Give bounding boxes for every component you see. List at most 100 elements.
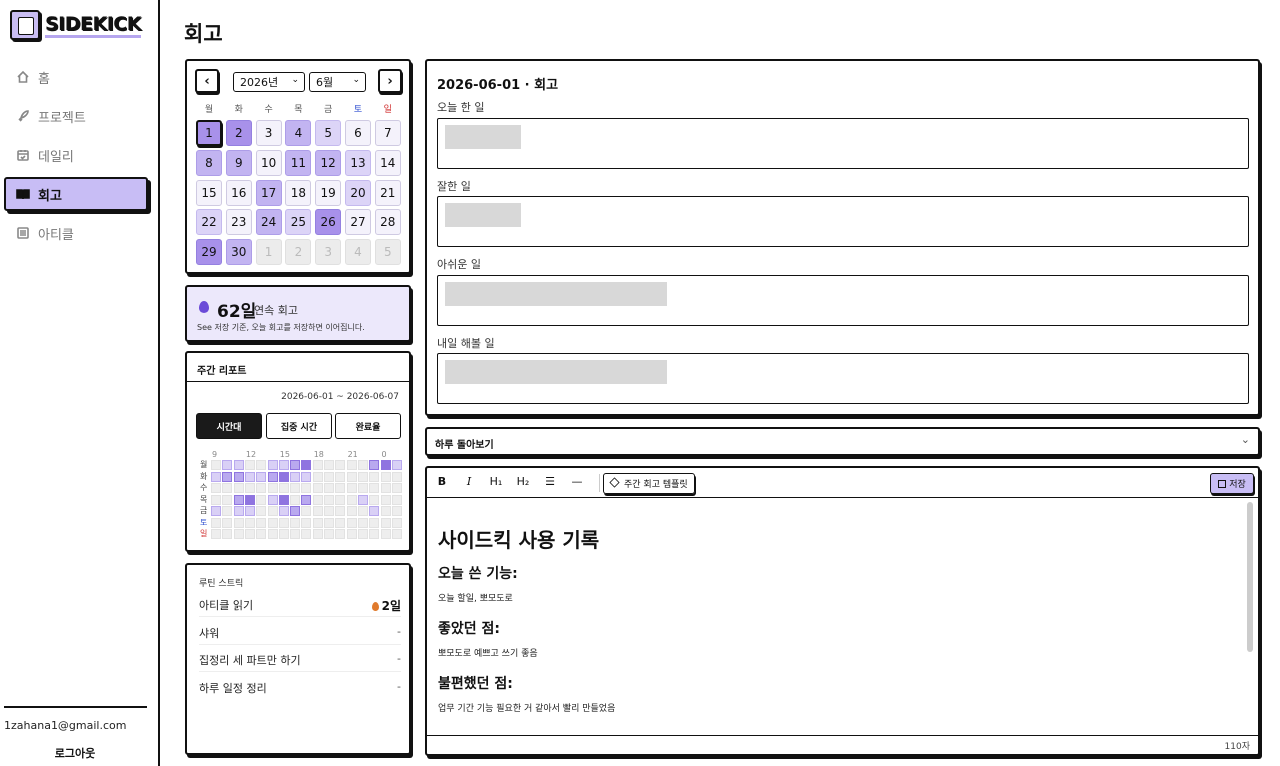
sidebar-item-home[interactable]: 홈: [4, 60, 148, 94]
save-icon: [1218, 479, 1227, 488]
calendar-day[interactable]: 5: [315, 120, 342, 146]
calendar-day[interactable]: 16: [225, 179, 252, 206]
calendar-day[interactable]: 17: [255, 179, 282, 206]
heatmap-cell: [244, 471, 255, 482]
routine-streak-value: -: [397, 652, 401, 665]
bold-button[interactable]: B: [432, 475, 452, 488]
heatmap-cell: [290, 529, 301, 539]
tomorrow-field[interactable]: [437, 353, 1249, 404]
section-title: 오늘 쓴 기능:: [438, 566, 518, 582]
today-done-field[interactable]: [437, 118, 1249, 169]
sidebar-item-daily[interactable]: 데일리: [4, 138, 148, 172]
sidebar-item-label: 홈: [38, 71, 50, 87]
calendar-day[interactable]: 2: [225, 120, 252, 146]
heatmap-cell: [267, 483, 278, 493]
list-item: 집정리 세 파트만 하기 -: [199, 645, 401, 672]
calendar-day[interactable]: 23: [225, 209, 252, 236]
sidebar-item-retrospective[interactable]: 회고: [4, 177, 148, 211]
calendar-day[interactable]: 18: [285, 179, 312, 206]
italic-button[interactable]: I: [459, 475, 479, 488]
year-select[interactable]: 2026년 ⌄: [233, 72, 305, 92]
app-logo[interactable]: SIDEKICK: [10, 10, 141, 40]
calendar-day[interactable]: 19: [315, 179, 342, 206]
heatmap-cell: [369, 483, 380, 493]
regret-field[interactable]: [437, 275, 1249, 326]
section-title: 좋았던 점:: [438, 621, 500, 637]
logout-button[interactable]: 로그아웃: [0, 745, 150, 761]
weekly-template-button[interactable]: 주간 회고 템플릿: [603, 473, 695, 494]
calendar-day[interactable]: 22: [196, 209, 222, 236]
sidebar-item-projects[interactable]: 프로젝트: [4, 99, 148, 133]
calendar-header: ‹ 2026년 ⌄ 6월 ⌄ ›: [195, 69, 403, 93]
heatmap-cell: [211, 506, 221, 516]
heatmap-cell: [290, 471, 301, 482]
calendar-day[interactable]: 26: [315, 209, 342, 236]
routine-streak-value: -: [397, 680, 401, 693]
tab-completion-rate[interactable]: 완료율: [335, 413, 401, 439]
heatmap-cell: [369, 506, 380, 516]
calendar-day[interactable]: 29: [196, 239, 222, 266]
calendar-day[interactable]: 9: [225, 149, 252, 176]
heatmap-cell: [335, 506, 346, 516]
calendar-day[interactable]: 24: [255, 209, 282, 236]
calendar-day[interactable]: 8: [196, 149, 222, 176]
calendar-day[interactable]: 12: [315, 149, 342, 176]
horizontal-rule-button[interactable]: —: [567, 475, 587, 488]
bullet-list-button[interactable]: ☰: [540, 475, 560, 488]
heatmap-cell: [256, 494, 267, 505]
tab-time-of-day[interactable]: 시간대: [196, 413, 262, 439]
editor-content[interactable]: 사이드킥 사용 기록 오늘 쓴 기능: 오늘 할일, 뽀모도로 좋았던 점: 뽀…: [427, 500, 1249, 736]
next-month-button[interactable]: ›: [378, 69, 402, 93]
list-item: 샤워 -: [199, 618, 401, 645]
calendar-day[interactable]: 4: [285, 120, 312, 146]
calendar-day[interactable]: 30: [225, 239, 252, 266]
heatmap-cell: [278, 517, 289, 528]
day-overview-toggle[interactable]: 하루 돌아보기 ⌄: [425, 427, 1260, 456]
calendar-day[interactable]: 21: [374, 179, 401, 206]
rocket-icon: [18, 110, 29, 122]
calendar-day[interactable]: 7: [374, 120, 401, 146]
heatmap-cell: [346, 517, 357, 528]
heatmap-cell: [233, 471, 244, 482]
heading1-button[interactable]: H₁: [486, 475, 506, 488]
calendar-day[interactable]: 3: [255, 120, 282, 146]
hour-tick-label: 21: [347, 450, 358, 459]
heatmap-cell: [335, 483, 346, 493]
heatmap-cell: [244, 529, 255, 539]
heatmap-cell: [391, 471, 402, 482]
save-button[interactable]: 저장: [1210, 473, 1254, 494]
scrollbar[interactable]: [1247, 502, 1253, 652]
section-body: 오늘 할일, 뽀모도로: [438, 594, 513, 604]
calendar-day[interactable]: 28: [374, 209, 401, 236]
calendar-day[interactable]: 1: [196, 120, 222, 146]
heatmap-cell: [233, 517, 244, 528]
calendar-day[interactable]: 10: [255, 149, 282, 176]
prev-month-button[interactable]: ‹: [195, 69, 219, 93]
calendar-day[interactable]: 6: [345, 120, 371, 146]
routine-streak-card: 루틴 스트릭 아티클 읽기 2일 샤워 - 집정리 세 파트만 하기 - 하루 …: [185, 563, 411, 755]
heading2-button[interactable]: H₂: [513, 475, 533, 488]
sidebar-item-articles[interactable]: 아티클: [4, 216, 148, 250]
redacted-text: [445, 125, 521, 149]
calendar-day[interactable]: 14: [374, 149, 401, 176]
heatmap-day-label: 일: [200, 529, 208, 538]
heatmap-cell: [256, 471, 267, 482]
heatmap-cell: [278, 483, 289, 493]
month-select[interactable]: 6월 ⌄: [309, 72, 366, 92]
heatmap-cell: [290, 460, 301, 470]
calendar-day[interactable]: 15: [196, 179, 222, 206]
heatmap-cell: [312, 471, 323, 482]
section-body: 뽀모도로 예쁘고 쓰기 좋음: [438, 649, 538, 659]
calendar-day[interactable]: 20: [345, 179, 371, 206]
heatmap-cell: [233, 460, 244, 470]
heatmap-cell: [391, 494, 402, 505]
calendar-day[interactable]: 27: [345, 209, 371, 236]
heatmap-cell: [256, 460, 267, 470]
tab-focus-time[interactable]: 집중 시간: [266, 413, 332, 439]
calendar-day[interactable]: 13: [345, 149, 371, 176]
heatmap-day-label: 월: [200, 460, 208, 469]
calendar-day[interactable]: 25: [285, 209, 312, 236]
heatmap-cell: [290, 483, 301, 493]
calendar-day[interactable]: 11: [285, 149, 312, 176]
did-well-field[interactable]: [437, 196, 1249, 247]
